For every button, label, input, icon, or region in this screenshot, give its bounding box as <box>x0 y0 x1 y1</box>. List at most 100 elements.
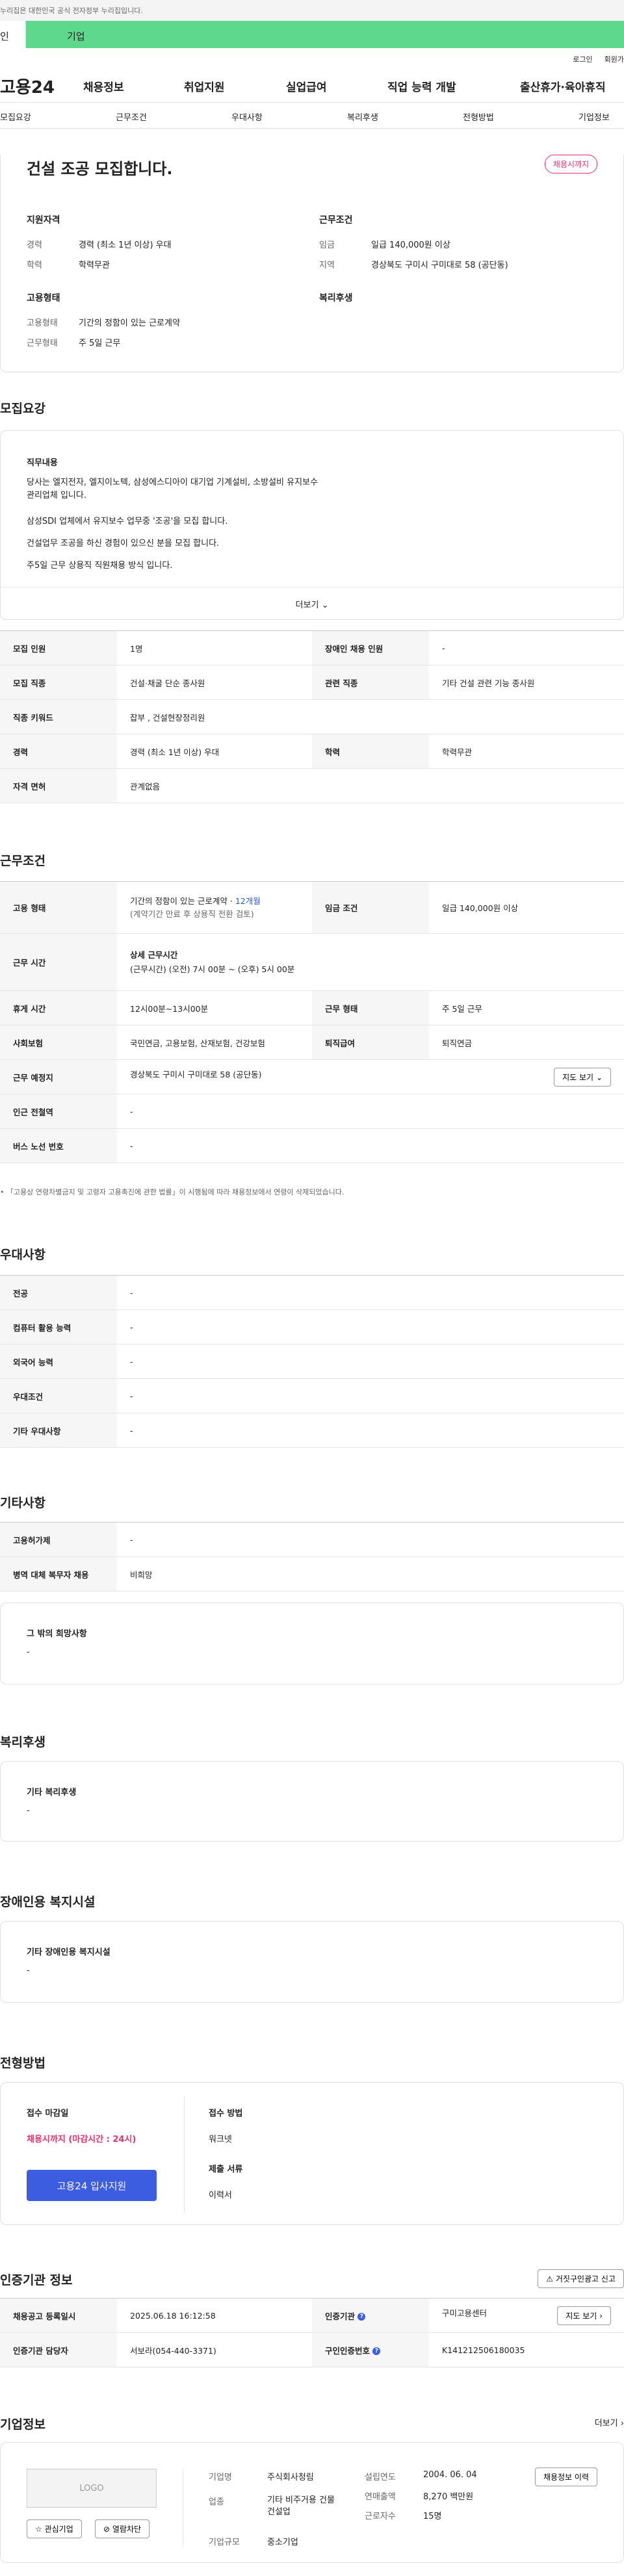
subnav-selection[interactable]: 전형방법 <box>463 110 494 123</box>
cert-agency-cell: 구미고용센터 지도 보기 › <box>429 2298 624 2333</box>
util-bar: 로그인 회원가 <box>0 48 624 70</box>
work-hours-value: (근무시간) (오전) 7시 00분 ~ (오후) 5시 00분 <box>130 964 295 974</box>
table-cell: 비희망 <box>117 1556 624 1591</box>
hiring-history-button[interactable]: 채용정보 이력 <box>534 2467 597 2486</box>
subnav-recruit[interactable]: 모집요강 <box>0 110 31 123</box>
welfare-card-value: - <box>27 1806 30 1816</box>
company-more-link[interactable]: 더보기 › <box>595 2416 624 2428</box>
tab-company[interactable]: 기업 <box>26 21 624 48</box>
block-view-button[interactable]: ⊘ 열람차단 <box>95 2519 150 2538</box>
work-table: 고용 형태 기간의 정함이 있는 근로계약 · 12개월 (계약기간 만료 후 … <box>0 881 624 1163</box>
gov-notice-text: 누리집은 대한민국 공식 전자정부 누리집입니다. <box>0 6 143 15</box>
table-cell: 2025.06.18 16:12:58 <box>117 2298 312 2333</box>
company-size-value: 중소기업 <box>267 2538 298 2547</box>
table-cell: - <box>117 1094 624 1129</box>
disability-card: 기타 장애인용 복지시설 - <box>0 1921 624 2003</box>
site-logo[interactable]: 고용24 <box>0 74 84 98</box>
table-header: 임금 조건 <box>312 881 429 934</box>
table-header: 관련 직종 <box>312 665 429 700</box>
sales-label: 연매출액 <box>365 2492 396 2502</box>
favorite-company-button[interactable]: ☆ 관심기업 <box>27 2519 82 2538</box>
agency-map-label: 지도 보기 <box>566 2311 597 2321</box>
subnav-welfare[interactable]: 복리후생 <box>347 110 378 123</box>
fav-label: 관심기업 <box>44 2525 73 2534</box>
docs-value: 이력서 <box>209 2191 232 2200</box>
job-description-card: 직무내용 당사는 엘지전자, 엘지이노텍, 삼성에스디아이 대기업 기계설비, … <box>0 430 624 620</box>
employment-type-value: 기간의 정함이 있는 근로계약 · <box>130 895 235 906</box>
global-nav: 고용24 채용정보 취업지원 실업급여 직업 능력 개발 출산휴가·육아휴직 <box>0 70 624 103</box>
kv-value: 주 5일 근무 <box>79 339 121 348</box>
agency-map-button[interactable]: 지도 보기 › <box>557 2306 611 2325</box>
welfare-card: 기타 복리후생 - <box>0 1761 624 1842</box>
qualification-heading: 지원자격 <box>27 215 60 225</box>
table-header: 전공 <box>0 1275 117 1310</box>
industry-value: 기타 비주거용 건물 건설업 <box>267 2495 335 2517</box>
table-row: 경력 경력 (최소 1년 이상) 우대 학력 학력무관 <box>0 734 624 769</box>
table-row: 모집 인원 1명 장애인 채용 인원 - <box>0 630 624 665</box>
employment-heading: 고용형태 <box>27 293 60 303</box>
page-title: 건설 조공 모집합니다. <box>27 160 173 178</box>
user-type-tabs: 인 기업 <box>0 21 624 48</box>
table-row: 사회보험 국민연금, 고용보험, 산재보험, 건강보험 퇴직급여 퇴직연금 <box>0 1025 624 1060</box>
table-cell: - <box>117 1522 624 1557</box>
table-cell: 주 5일 근무 <box>429 990 624 1025</box>
table-row: 모집 직종 건설·채굴 단순 종사원 관련 직종 기타 건설 관련 기능 종사원 <box>0 665 624 700</box>
age-footnote: • 「고용상 연령차별금지 및 고령자 고용촉진에 관한 법률」이 시행됨에 따… <box>0 1187 344 1197</box>
job-line: 삼성SDI 업체에서 유지보수 업무중 '조공'을 모집 합니다. <box>27 517 228 526</box>
info-icon[interactable]: ? <box>372 2347 381 2355</box>
info-icon[interactable]: ? <box>358 2313 366 2321</box>
subnav-conditions[interactable]: 근무조건 <box>116 110 147 123</box>
login-link[interactable]: 로그인 <box>573 54 592 64</box>
etc-section-title: 기타사항 <box>0 1496 46 1510</box>
table-header: 휴게 시간 <box>0 990 117 1025</box>
report-ad-button[interactable]: ⚠ 거짓구인광고 신고 <box>538 2269 624 2288</box>
table-header: 직종 키워드 <box>0 699 117 734</box>
table-row: 근무 예정지 경상북도 구미시 구미대로 58 (공단동) 지도 보기 ⌄ <box>0 1059 624 1094</box>
divider <box>184 2096 185 2213</box>
industry-label: 업종 <box>209 2497 224 2507</box>
welfare-heading: 복리후생 <box>319 293 353 303</box>
map-view-button[interactable]: 지도 보기 ⌄ <box>554 1067 611 1087</box>
etc-table: 고용허가제 - 병역 대체 복무자 채용 비희망 <box>0 1522 624 1591</box>
gnb-menu-employment-support[interactable]: 취업지원 <box>184 78 225 94</box>
gnb-menu-parental-leave[interactable]: 출산휴가·육아휴직 <box>520 78 606 94</box>
table-header: 고용 형태 <box>0 881 117 934</box>
table-cell: 건설·채굴 단순 종사원 <box>117 665 312 700</box>
cert-agency-header: 인증기관 ? <box>312 2298 429 2333</box>
signup-link[interactable]: 회원가 <box>604 54 624 64</box>
table-header: 자격 면허 <box>0 768 117 803</box>
table-cell: - <box>117 1344 624 1379</box>
gnb-menu-unemployment[interactable]: 실업급여 <box>286 78 327 94</box>
table-row: 고용허가제 - <box>0 1522 624 1557</box>
table-header: 사회보험 <box>0 1025 117 1060</box>
job-line: 당사는 엘지전자, 엘지이노텍, 삼성에스디아이 대기업 기계설비, 소방설비 … <box>27 478 318 487</box>
report-label: 거짓구인광고 신고 <box>555 2274 616 2284</box>
gnb-menu-training[interactable]: 직업 능력 개발 <box>387 78 456 94</box>
welfare-section-title: 복리후생 <box>0 1735 46 1749</box>
star-icon: ☆ <box>35 2525 42 2534</box>
table-header: 외국어 능력 <box>0 1344 117 1379</box>
page: 누리집은 대한민국 공식 전자정부 누리집입니다. 인 기업 로그인 회원가 고… <box>0 0 624 2576</box>
chevron-down-icon: ⌄ <box>595 1072 603 1082</box>
chevron-down-icon: ⌄ <box>321 600 329 610</box>
table-row: 채용공고 등록일시 2025.06.18 16:12:58 인증기관 ? 구미고… <box>0 2298 624 2333</box>
tab-personal[interactable]: 인 <box>0 21 26 48</box>
table-cell: 12시00분~13시00분 <box>117 990 312 1025</box>
table-cell: 국민연금, 고용보험, 산재보험, 건강보험 <box>117 1025 312 1060</box>
subnav-preference[interactable]: 우대사항 <box>231 110 263 123</box>
gnb-menu-jobs[interactable]: 채용정보 <box>83 78 124 94</box>
apply-button[interactable]: 고용24 입사지원 <box>27 2170 157 2201</box>
other-wishes-heading: 그 밖의 희망사항 <box>27 1629 87 1639</box>
table-header: 퇴직급여 <box>312 1025 429 1060</box>
kv-key: 경력 <box>27 240 42 250</box>
table-row: 외국어 능력 - <box>0 1344 624 1379</box>
subnav-company[interactable]: 기업정보 <box>578 110 610 123</box>
agency-section-title: 인증기관 정보 <box>0 2273 73 2287</box>
work-section-title: 근무조건 <box>0 854 46 868</box>
work-hours-heading: 상세 근무시간 <box>130 949 178 960</box>
founded-value: 2004. 06. 04 <box>423 2470 477 2480</box>
employment-type-cell: 기간의 정함이 있는 근로계약 · 12개월 (계약기간 만료 후 상용직 전환… <box>117 881 312 934</box>
company-logo: LOGO <box>27 2469 157 2508</box>
more-button[interactable]: 더보기 ⌄ <box>1 587 623 619</box>
summary-card: 건설 조공 모집합니다. 채용시까지 지원자격 경력 경력 (최소 1년 이상) … <box>0 155 624 372</box>
